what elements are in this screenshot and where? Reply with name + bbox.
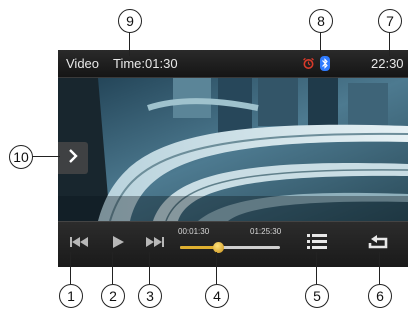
callout-9: 9 [118, 9, 142, 33]
callout-5: 5 [305, 284, 329, 308]
progress-thumb[interactable] [213, 242, 224, 253]
total-time: 01:25:30 [250, 227, 282, 236]
callout-1: 1 [59, 284, 83, 308]
callout-line-next [149, 252, 151, 284]
callout-line-progress [216, 252, 218, 284]
skip-previous-icon [70, 235, 88, 253]
callout-line-repeat [379, 252, 381, 284]
callout-line-time [129, 32, 131, 56]
video-player-screen: Video Time:01:30 22:30 00:01:30 01:25:30 [58, 50, 408, 267]
callout-7: 7 [378, 9, 402, 33]
callout-line-list [316, 252, 318, 284]
callout-2: 2 [101, 284, 125, 308]
alarm-icon [302, 57, 315, 75]
repeat-icon [367, 234, 389, 255]
progress-slider[interactable] [180, 242, 280, 253]
chevron-right-icon [67, 148, 79, 169]
callout-line-side-menu [32, 156, 60, 158]
video-frame-image [58, 78, 408, 221]
next-button[interactable] [142, 232, 168, 256]
status-bar: Video Time:01:30 22:30 [58, 50, 408, 78]
time-readout: Time:01:30 [113, 56, 178, 71]
callout-4: 4 [205, 284, 229, 308]
callout-line-clock [389, 32, 391, 56]
control-bar: 00:01:30 01:25:30 [58, 221, 408, 267]
callout-3: 3 [138, 284, 162, 308]
callout-line-bluetooth [320, 32, 322, 56]
callout-10: 10 [9, 145, 33, 169]
callout-line-play [112, 252, 114, 284]
repeat-button[interactable] [364, 232, 392, 256]
callout-8: 8 [309, 9, 333, 33]
play-icon [112, 235, 124, 253]
clock: 22:30 [371, 56, 404, 71]
play-button[interactable] [106, 232, 130, 256]
video-frame[interactable] [58, 78, 408, 221]
bluetooth-icon [320, 56, 330, 76]
callout-6: 6 [368, 284, 392, 308]
callout-line-prev [70, 252, 72, 284]
mode-label: Video [66, 56, 100, 71]
elapsed-time: 00:01:30 [178, 227, 210, 236]
list-icon [307, 234, 327, 254]
skip-next-icon [146, 235, 164, 253]
side-menu-button[interactable] [58, 142, 88, 174]
